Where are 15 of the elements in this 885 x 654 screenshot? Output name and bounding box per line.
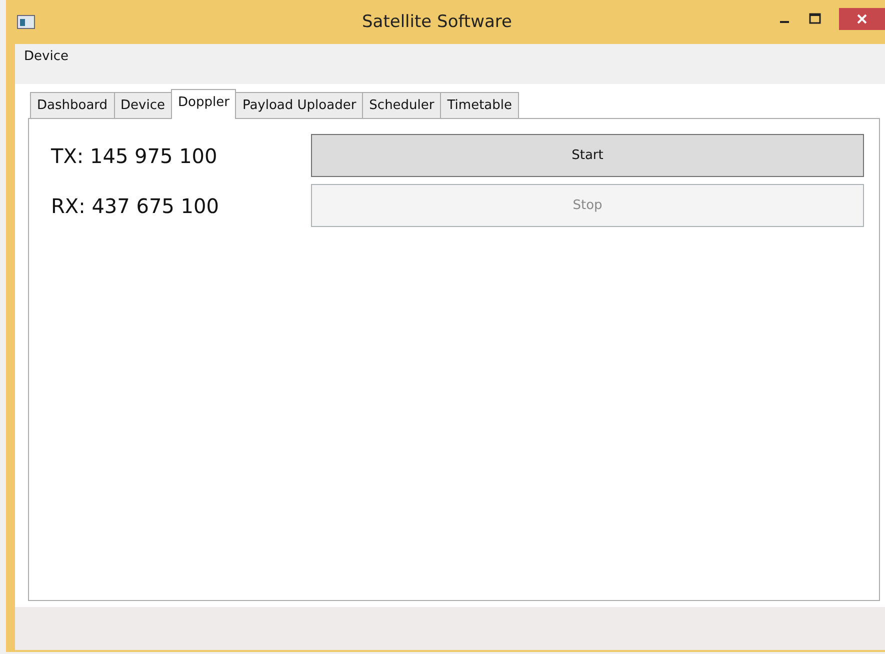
close-button[interactable] [839,8,885,30]
tab[interactable]: Timetable [440,92,520,118]
frequency-reading: RX: 437 675 100 [51,194,220,218]
close-icon[interactable] [856,13,868,25]
tab[interactable]: Device [114,92,172,118]
tab[interactable]: Payload Uploader [235,92,364,118]
window-title: Satellite Software [361,12,513,32]
app-icon [17,15,35,29]
menu-item[interactable]: Device [24,49,68,64]
maximize-icon[interactable] [809,13,821,25]
tab[interactable]: Dashboard [30,92,115,118]
frequency-reading: TX: 145 975 100 [51,144,218,168]
tab[interactable]: Scheduler [362,92,442,118]
tab[interactable]: Doppler [171,89,236,119]
action-button[interactable]: Start [311,134,864,177]
